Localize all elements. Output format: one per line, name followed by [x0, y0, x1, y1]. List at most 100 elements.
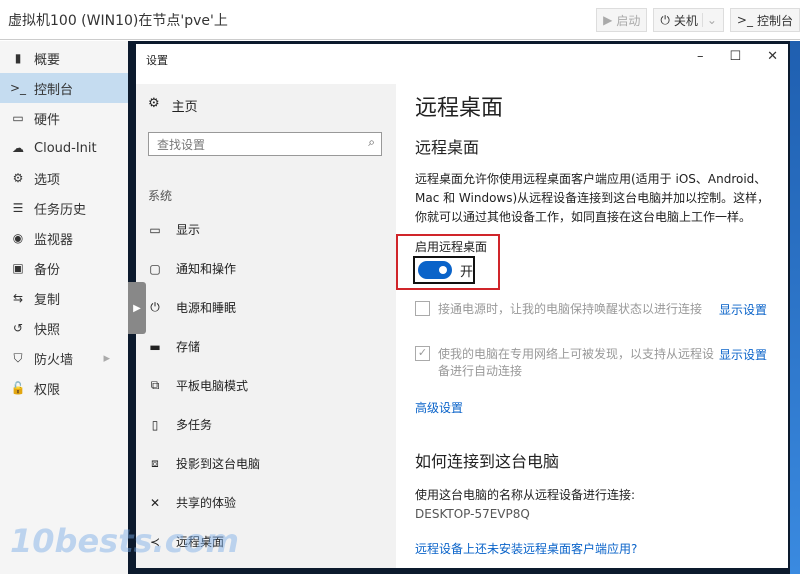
watermark: 10bests.com — [10, 522, 239, 560]
nav-label: 投影到这台电脑 — [176, 457, 261, 471]
sidebar-item[interactable]: ◉ 监视器 — [0, 223, 128, 253]
gear-icon: ⚙ — [148, 96, 160, 111]
checkbox[interactable] — [415, 301, 430, 316]
terminal-icon: >_ — [10, 81, 27, 95]
search-input[interactable]: 查找设置 ⌕ — [148, 132, 382, 156]
play-icon: ▶ — [603, 13, 613, 27]
search-placeholder: 查找设置 — [157, 138, 206, 152]
nav-label: 平板电脑模式 — [176, 379, 249, 393]
eye-icon: ◉ — [12, 231, 24, 245]
power-icon: ⏻ — [660, 12, 670, 27]
sidebar-item-label: 任务历史 — [34, 202, 87, 218]
remote-desktop-toggle[interactable]: 开 — [413, 256, 475, 284]
sidebar-item-label: 监视器 — [34, 232, 74, 248]
sidebar-item-label: Cloud-Init — [34, 140, 97, 156]
maximize-icon[interactable]: ☐ — [729, 49, 741, 64]
shield-icon: ⛉ — [13, 350, 23, 365]
collapse-handle[interactable]: ▶ — [128, 282, 146, 334]
sidebar-item-label: 复制 — [34, 292, 61, 308]
unlock-icon: 🔓 — [10, 381, 26, 395]
sidebar-item-label: 防火墙 — [34, 352, 74, 368]
window-title: 设置 — [146, 54, 168, 67]
sidebar-item-label: 硬件 — [34, 112, 61, 128]
client-app-link[interactable]: 远程设备上还未安装远程桌面客户端应用? — [415, 540, 637, 557]
how-text: 使用这台电脑的名称从远程设备进行连接: — [415, 488, 636, 502]
shutdown-label: 关机 — [673, 13, 698, 28]
chevron-down-icon[interactable]: ⌄ — [701, 13, 717, 27]
nav-label: 电源和睡眠 — [176, 301, 237, 315]
sidebar-item-label: 快照 — [34, 322, 61, 338]
sidebar-item[interactable]: ☰ 任务历史 — [0, 193, 128, 223]
multitask-icon: ▯ — [151, 417, 159, 432]
nav-label: 多任务 — [176, 418, 213, 432]
sidebar-item[interactable]: ▣ 备份 — [0, 253, 128, 283]
vm-title: 虚拟机100 (WIN10)在节点'pve'上 — [8, 12, 228, 29]
console-label: 控制台 — [756, 13, 793, 28]
settings-nav-item[interactable]: ▭ 显示 — [148, 221, 200, 238]
nav-label: 存储 — [176, 340, 201, 354]
description: 远程桌面允许你使用远程桌面客户端应用(适用于 iOS、Android、Mac 和… — [415, 172, 770, 224]
display-icon: ▭ — [149, 222, 161, 237]
sidebar-item[interactable]: ▭ 硬件 — [0, 103, 128, 133]
notification-icon: ▢ — [149, 261, 161, 276]
start-label: 启动 — [616, 13, 641, 28]
sidebar-item[interactable]: ↺ 快照 — [0, 313, 128, 343]
sidebar-item[interactable]: 🔓 权限 — [0, 373, 128, 403]
settings-nav-item[interactable]: ✕ 共享的体验 — [148, 494, 236, 511]
discoverable-option[interactable]: ✓ 使我的电脑在专用网络上可被发现，以支持从远程设备进行自动连接 显示设置 — [415, 346, 770, 380]
sidebar: ▮ 概要 >_ 控制台 ▭ 硬件 ☁ Cloud-Init ⚙ 选项 ☰ 任务历史 ◉ 监视器 ▣ 备份 ⇆ 复制… — [0, 41, 128, 574]
console-button[interactable]: >_ 控制台 — [729, 8, 800, 32]
shared-icon: ✕ — [149, 495, 161, 510]
search-icon: ⌕ — [368, 135, 375, 149]
settings-nav-item[interactable]: ▯ 多任务 — [148, 416, 212, 433]
settings-nav-item[interactable]: ▬ 存储 — [148, 338, 200, 355]
settings-nav-item[interactable]: ⏻ 电源和睡眠 — [148, 299, 236, 316]
storage-icon: ▬ — [149, 339, 161, 354]
shutdown-button[interactable]: ⏻ 关机 ⌄ — [653, 8, 724, 32]
close-icon[interactable]: ✕ — [767, 49, 778, 64]
display-settings-link[interactable]: 显示设置 — [719, 302, 767, 319]
tablet-icon: ⧉ — [150, 378, 160, 392]
settings-window: 设置 – ☐ ✕ ⚙ 主页 查找设置 ⌕ 系统 ▭ 显示 ▢ 通知和操作 ⏻ 电源和睡眠 ▬ 存储 ⧉ 平… — [136, 44, 788, 568]
sidebar-item[interactable]: ☁ Cloud-Init — [0, 133, 128, 163]
home-link[interactable]: ⚙ 主页 — [148, 96, 198, 115]
retweet-icon: ⇆ — [12, 291, 24, 305]
sidebar-item[interactable]: ⚙ 选项 — [0, 163, 128, 193]
toggle-label: 启用远程桌面 — [415, 240, 488, 254]
start-button[interactable]: ▶ 启动 — [596, 8, 648, 32]
expand-icon[interactable]: ▸ — [103, 351, 110, 366]
settings-nav-item[interactable]: ⧈ 投影到这台电脑 — [148, 455, 260, 472]
toggle-state: 开 — [459, 264, 473, 280]
how-to-connect-title: 如何连接到这台电脑 — [415, 452, 560, 471]
gear-icon: ⚙ — [12, 171, 24, 185]
nav-label: 共享的体验 — [176, 496, 237, 510]
sidebar-item[interactable]: ⛉ 防火墙 ▸ — [0, 343, 128, 373]
sidebar-item[interactable]: >_ 控制台 — [0, 73, 128, 103]
sidebar-item-label: 备份 — [34, 262, 61, 278]
minimize-icon[interactable]: – — [697, 49, 704, 64]
pc-name: DESKTOP-57EVP8Q — [415, 507, 530, 521]
advanced-settings-link[interactable]: 高级设置 — [415, 399, 463, 416]
nav-label: 通知和操作 — [176, 262, 237, 276]
project-icon: ⧈ — [151, 456, 159, 470]
monitor-icon: ▭ — [12, 111, 24, 125]
nav-label: 显示 — [176, 223, 201, 237]
settings-nav-item[interactable]: ▢ 通知和操作 — [148, 260, 236, 277]
list-icon: ☰ — [12, 201, 24, 215]
keep-awake-option[interactable]: 接通电源时，让我的电脑保持唤醒状态以进行连接 显示设置 — [415, 301, 770, 318]
toggle-switch[interactable] — [418, 261, 452, 279]
settings-nav-item[interactable]: ⧉ 平板电脑模式 — [148, 377, 248, 394]
sidebar-item-label: 概要 — [34, 52, 61, 68]
power-icon: ⏻ — [150, 300, 160, 314]
terminal-icon: >_ — [736, 13, 753, 27]
sidebar-item-label: 权限 — [34, 382, 61, 398]
header: 虚拟机100 (WIN10)在节点'pve'上 ▶ 启动 ⏻ 关机 ⌄ >_ 控制台 — [0, 0, 800, 40]
checkbox-checked[interactable]: ✓ — [415, 346, 430, 361]
cloud-icon: ☁ — [12, 141, 24, 155]
sidebar-item[interactable]: ⇆ 复制 — [0, 283, 128, 313]
option-label: 使我的电脑在专用网络上可被发现，以支持从远程设备进行自动连接 — [438, 347, 715, 378]
floppy-icon: ▣ — [12, 261, 24, 275]
display-settings-link[interactable]: 显示设置 — [719, 347, 767, 364]
book-icon: ▮ — [14, 51, 22, 65]
sidebar-item[interactable]: ▮ 概要 — [0, 43, 128, 73]
